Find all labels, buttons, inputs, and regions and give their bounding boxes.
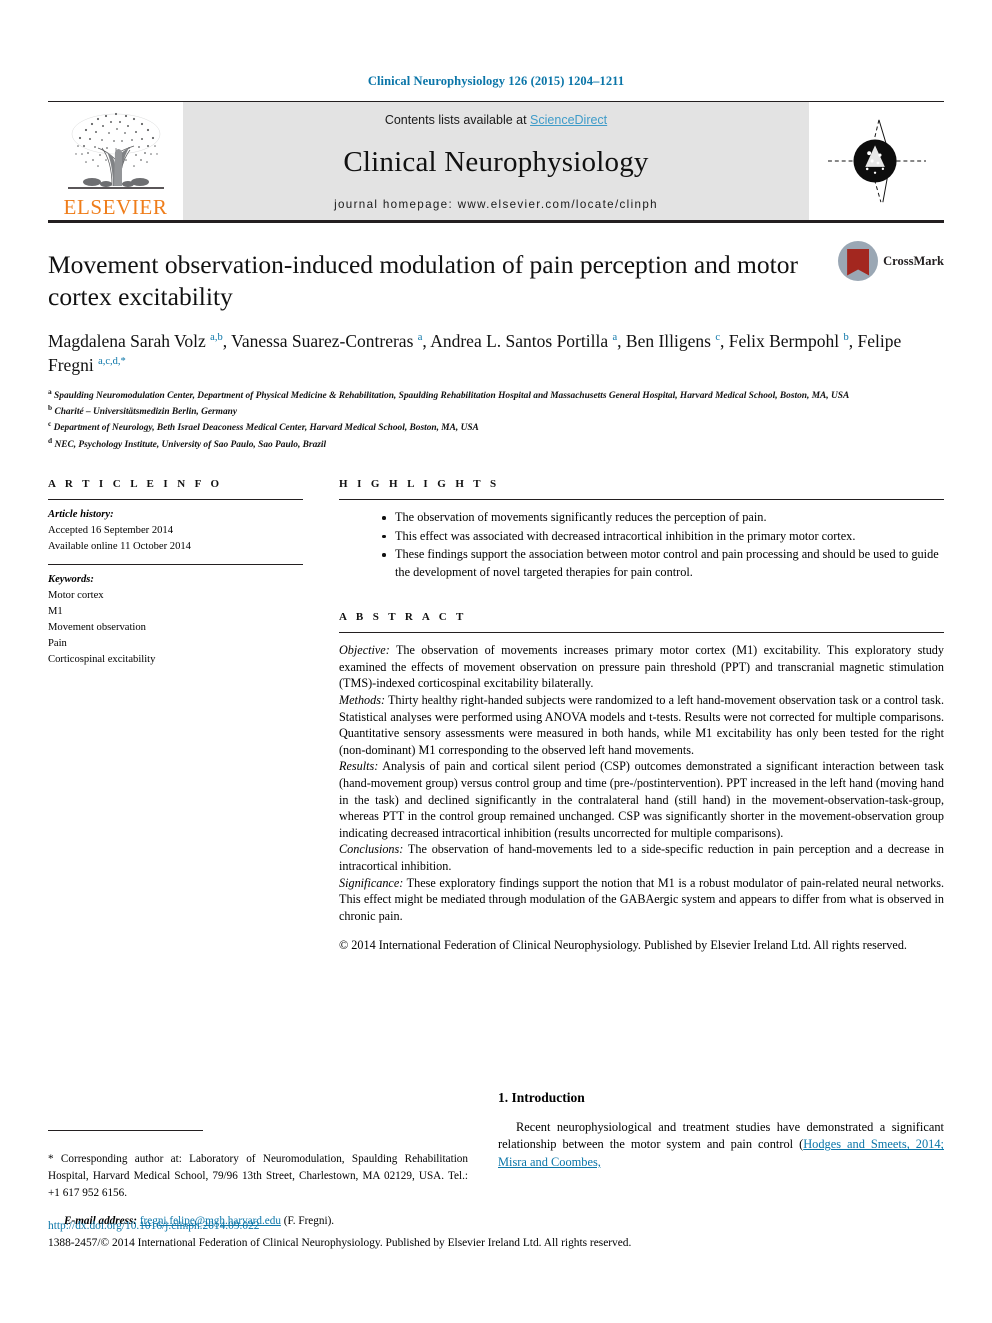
highlight-item: This effect was associated with decrease… — [379, 528, 944, 545]
masthead-center: Contents lists available at ScienceDirec… — [183, 102, 809, 220]
abstract-objective-text: The observation of movements increases p… — [339, 643, 944, 691]
journal-homepage[interactable]: journal homepage: www.elsevier.com/locat… — [334, 198, 658, 211]
crossmark-badge[interactable]: CrossMark — [838, 241, 944, 281]
abstract-significance: Significance: These exploratory findings… — [339, 875, 944, 925]
issn-copyright: 1388-2457/© 2014 International Federatio… — [48, 1236, 632, 1249]
abstract-significance-label: Significance: — [339, 875, 404, 890]
affiliation-list: a Spaulding Neuromodulation Center, Depa… — [48, 387, 944, 453]
contents-prefix: Contents lists available at — [384, 113, 531, 127]
article-history: Article history: Accepted 16 September 2… — [48, 500, 303, 564]
affiliation-b: b Charité – Universitätsmedizin Berlin, … — [48, 403, 238, 418]
keyword-item: Pain — [48, 637, 67, 649]
abstract-conclusions: Conclusions: The observation of hand-mov… — [339, 841, 944, 874]
highlights-abstract-column: H I G H L I G H T S The observation of m… — [303, 478, 944, 965]
correspondence-rule — [48, 1130, 203, 1131]
abstract-body: Objective: The observation of movements … — [339, 633, 944, 953]
doi-link[interactable]: http://dx.doi.org/10.1016/j.clinph.2014.… — [48, 1218, 748, 1235]
running-head: Clinical Neurophysiology 126 (2015) 1204… — [367, 74, 625, 88]
journal-title: Clinical Neurophysiology — [343, 146, 649, 178]
abstract-methods-text: Thirty healthy right-handed subjects wer… — [339, 693, 944, 757]
correspondence-text: Corresponding author at: Laboratory of N… — [48, 1153, 468, 1199]
keyword-item: Motor cortex — [48, 589, 104, 601]
article-history-label: Article history: — [48, 509, 114, 521]
article-info-heading: A R T I C L E I N F O — [48, 478, 223, 491]
article-history-online: Available online 11 October 2014 — [48, 541, 191, 553]
elsevier-tree-icon — [62, 108, 170, 196]
abstract-objective: Objective: The observation of movements … — [339, 642, 944, 692]
info-highlights-row: A R T I C L E I N F O Article history: A… — [48, 478, 944, 965]
keyword-item: M1 — [48, 605, 63, 617]
abstract-copyright: © 2014 International Federation of Clini… — [339, 937, 907, 952]
crossmark-label: CrossMark — [883, 253, 944, 268]
introduction-heading: 1. Introduction — [498, 1090, 585, 1105]
page-title: Movement observation-induced modulation … — [48, 250, 798, 312]
article-history-accepted: Accepted 16 September 2014 — [48, 525, 174, 537]
keywords-block: Keywords: Motor cortex M1 Movement obser… — [48, 565, 303, 667]
journal-cover-thumbnail — [809, 102, 944, 220]
journal-masthead: ELSEVIER Contents lists available at Sci… — [48, 102, 944, 220]
contents-available-line: Contents lists available at ScienceDirec… — [385, 113, 607, 127]
highlights-list: The observation of movements significant… — [339, 500, 944, 581]
abstract-methods: Methods: Thirty healthy right-handed sub… — [339, 692, 944, 758]
abstract-conclusions-label: Conclusions: — [339, 842, 404, 857]
page-footer: http://dx.doi.org/10.1016/j.clinph.2014.… — [48, 1218, 748, 1251]
sciencedirect-link[interactable]: ScienceDirect — [530, 113, 607, 127]
article-first-page: Clinical Neurophysiology 126 (2015) 1204… — [0, 0, 992, 1323]
abstract-heading: A B S T R A C T — [339, 611, 467, 624]
abstract-conclusions-text: The observation of hand-movements led to… — [339, 842, 944, 873]
elsevier-wordmark: ELSEVIER — [63, 195, 168, 219]
highlights-heading: H I G H L I G H T S — [339, 478, 500, 491]
title-block: CrossMark Movement observation-induced m… — [48, 223, 944, 452]
keyword-item: Movement observation — [48, 621, 146, 633]
crossmark-icon — [838, 241, 879, 281]
abstract-block: A B S T R A C T Objective: The observati… — [339, 611, 944, 953]
highlight-item: These findings support the association b… — [379, 546, 944, 581]
affiliation-a: a Spaulding Neuromodulation Center, Depa… — [48, 386, 850, 401]
correspondence-note: * Corresponding author at: Laboratory of… — [48, 1151, 468, 1201]
elsevier-logo: ELSEVIER — [48, 102, 183, 220]
introduction-paragraph: Recent neurophysiological and treatment … — [498, 1119, 944, 1171]
abstract-significance-text: These exploratory findings support the n… — [339, 875, 944, 923]
article-info-column: A R T I C L E I N F O Article history: A… — [48, 478, 303, 965]
keywords-label: Keywords: — [48, 574, 94, 586]
affiliation-c: c Department of Neurology, Beth Israel D… — [48, 419, 479, 434]
highlight-item: The observation of movements significant… — [379, 509, 944, 526]
abstract-objective-label: Objective: — [339, 643, 390, 658]
affiliation-d: d NEC, Psychology Institute, University … — [48, 435, 327, 451]
keyword-item: Corticospinal excitability — [48, 653, 156, 665]
abstract-results-label: Results: — [339, 759, 379, 774]
abstract-results-text: Analysis of pain and cortical silent per… — [339, 759, 944, 840]
author-list: Magdalena Sarah Volz a,b, Vanessa Suarez… — [48, 331, 902, 376]
abstract-results: Results: Analysis of pain and cortical s… — [339, 758, 944, 841]
abstract-methods-label: Methods: — [339, 693, 386, 707]
